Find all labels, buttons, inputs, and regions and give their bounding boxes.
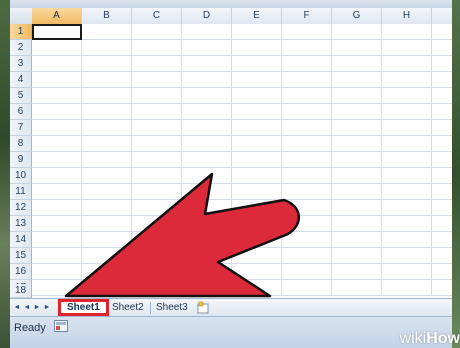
column-header-e[interactable]: E [232, 8, 282, 24]
tab-sheet3[interactable]: Sheet3 [150, 300, 194, 315]
active-cell-a1[interactable] [32, 24, 82, 40]
ribbon-edge [10, 0, 452, 8]
row-header-15[interactable]: 15 [10, 248, 32, 264]
row-header-1[interactable]: 1 [10, 24, 32, 40]
column-header-c[interactable]: C [132, 8, 182, 24]
row-header-11[interactable]: 11 [10, 184, 32, 200]
tab-sheet2[interactable]: Sheet2 [106, 300, 150, 315]
select-all-corner[interactable] [10, 8, 33, 24]
row-header-16[interactable]: 16 [10, 264, 32, 280]
watermark-how: How [426, 330, 460, 347]
excel-window: A B C D E F G H 1 2 3 4 5 6 7 8 9 10 11 … [10, 0, 452, 348]
prev-sheet-icon[interactable]: ◄ [23, 303, 31, 313]
next-sheet-icon[interactable]: ► [33, 303, 41, 313]
first-sheet-icon[interactable]: ◄ [13, 303, 21, 313]
insert-sheet-icon[interactable] [196, 301, 210, 314]
background-right [452, 0, 460, 348]
column-header-f[interactable]: F [282, 8, 332, 24]
column-header-d[interactable]: D [182, 8, 232, 24]
background-left [0, 0, 10, 348]
row-header-5[interactable]: 5 [10, 88, 32, 104]
row-header-8[interactable]: 8 [10, 136, 32, 152]
row-header-14[interactable]: 14 [10, 232, 32, 248]
column-header-g[interactable]: G [332, 8, 382, 24]
row-header-12[interactable]: 12 [10, 200, 32, 216]
row-header-13[interactable]: 13 [10, 216, 32, 232]
row-header-3[interactable]: 3 [10, 56, 32, 72]
macro-record-icon[interactable] [54, 320, 68, 332]
column-header-partial[interactable] [432, 8, 452, 24]
last-sheet-icon[interactable]: ► [43, 303, 51, 313]
column-header-h[interactable]: H [382, 8, 432, 24]
row-header-4[interactable]: 4 [10, 72, 32, 88]
row-header-9[interactable]: 9 [10, 152, 32, 168]
cell-grid[interactable] [32, 24, 452, 296]
wikihow-watermark: wikiHow [400, 330, 460, 348]
row-header-6[interactable]: 6 [10, 104, 32, 120]
watermark-wiki: wiki [399, 330, 427, 347]
status-bar: Ready [10, 316, 452, 348]
column-header-a[interactable]: A [32, 8, 82, 24]
row-header-10[interactable]: 10 [10, 168, 32, 184]
row-header-7[interactable]: 7 [10, 120, 32, 136]
row-header-18[interactable]: 18 [10, 284, 32, 298]
column-header-b[interactable]: B [82, 8, 132, 24]
sheet-tabs-bar: ◄ ◄ ► ► Sheet1 Sheet2 Sheet3 [10, 298, 452, 317]
row-header-2[interactable]: 2 [10, 40, 32, 56]
column-header-row: A B C D E F G H [10, 8, 452, 25]
tab-sheet1[interactable]: Sheet1 [58, 299, 109, 316]
status-text: Ready [14, 322, 46, 334]
